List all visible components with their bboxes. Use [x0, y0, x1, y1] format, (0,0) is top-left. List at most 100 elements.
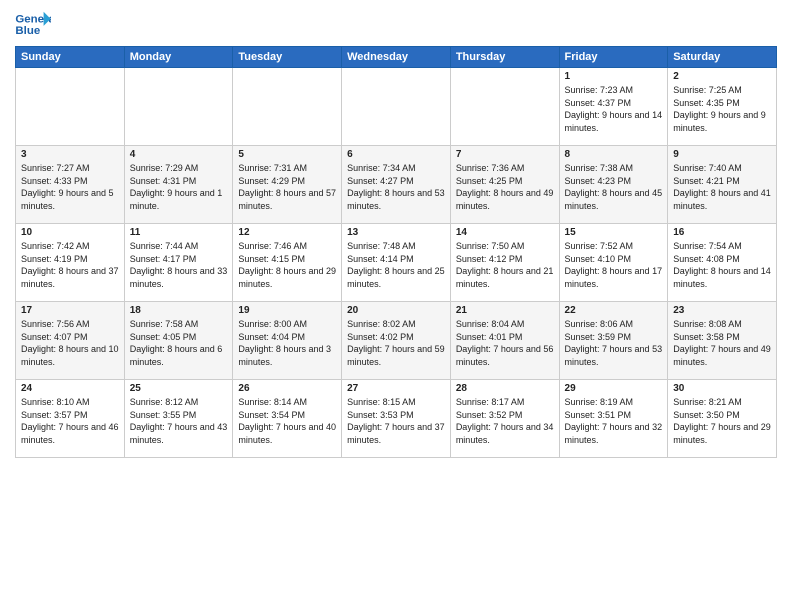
day-info: Sunrise: 7:58 AM Sunset: 4:05 PM Dayligh… [130, 319, 223, 367]
day-cell [342, 68, 451, 146]
header-row: SundayMondayTuesdayWednesdayThursdayFrid… [16, 47, 777, 68]
day-number: 23 [673, 305, 771, 316]
day-info: Sunrise: 7:44 AM Sunset: 4:17 PM Dayligh… [130, 241, 228, 289]
day-info: Sunrise: 8:02 AM Sunset: 4:02 PM Dayligh… [347, 319, 445, 367]
day-number: 28 [456, 383, 554, 394]
day-cell: 18 Sunrise: 7:58 AM Sunset: 4:05 PM Dayli… [124, 302, 233, 380]
day-cell: 3 Sunrise: 7:27 AM Sunset: 4:33 PM Daylig… [16, 146, 125, 224]
day-cell: 17 Sunrise: 7:56 AM Sunset: 4:07 PM Dayli… [16, 302, 125, 380]
day-cell: 4 Sunrise: 7:29 AM Sunset: 4:31 PM Daylig… [124, 146, 233, 224]
day-number: 11 [130, 227, 228, 238]
day-cell: 2Sunrise: 7:25 AM Sunset: 4:35 PM Daylig… [668, 68, 777, 146]
day-number: 25 [130, 383, 228, 394]
day-cell: 27 Sunrise: 8:15 AM Sunset: 3:53 PM Dayli… [342, 380, 451, 458]
day-number: 13 [347, 227, 445, 238]
day-cell: 25 Sunrise: 8:12 AM Sunset: 3:55 PM Dayli… [124, 380, 233, 458]
day-info: Sunrise: 7:40 AM Sunset: 4:21 PM Dayligh… [673, 163, 771, 211]
day-cell: 15Sunrise: 7:52 AM Sunset: 4:10 PM Dayli… [559, 224, 668, 302]
day-number: 19 [238, 305, 336, 316]
day-info: Sunrise: 7:42 AM Sunset: 4:19 PM Dayligh… [21, 241, 119, 289]
day-cell: 30 Sunrise: 8:21 AM Sunset: 3:50 PM Dayli… [668, 380, 777, 458]
day-cell: 8Sunrise: 7:38 AM Sunset: 4:23 PM Daylig… [559, 146, 668, 224]
day-info: Sunrise: 8:00 AM Sunset: 4:04 PM Dayligh… [238, 319, 331, 367]
day-number: 16 [673, 227, 771, 238]
header: General Blue [15, 10, 777, 40]
day-cell: 24 Sunrise: 8:10 AM Sunset: 3:57 PM Dayli… [16, 380, 125, 458]
day-cell: 13 Sunrise: 7:48 AM Sunset: 4:14 PM Dayli… [342, 224, 451, 302]
day-number: 4 [130, 149, 228, 160]
day-cell [124, 68, 233, 146]
page: General Blue SundayMondayTuesdayWednesda… [0, 0, 792, 612]
logo-icon: General Blue [15, 10, 51, 40]
day-info: Sunrise: 7:48 AM Sunset: 4:14 PM Dayligh… [347, 241, 445, 289]
day-number: 26 [238, 383, 336, 394]
day-cell [233, 68, 342, 146]
day-number: 17 [21, 305, 119, 316]
day-cell: 5Sunrise: 7:31 AM Sunset: 4:29 PM Daylig… [233, 146, 342, 224]
day-cell: 21 Sunrise: 8:04 AM Sunset: 4:01 PM Dayli… [450, 302, 559, 380]
day-info: Sunrise: 7:54 AM Sunset: 4:08 PM Dayligh… [673, 241, 771, 289]
day-cell: 16 Sunrise: 7:54 AM Sunset: 4:08 PM Dayli… [668, 224, 777, 302]
day-cell: 26 Sunrise: 8:14 AM Sunset: 3:54 PM Dayli… [233, 380, 342, 458]
day-cell: 11 Sunrise: 7:44 AM Sunset: 4:17 PM Dayli… [124, 224, 233, 302]
day-number: 30 [673, 383, 771, 394]
day-info: Sunrise: 7:27 AM Sunset: 4:33 PM Dayligh… [21, 163, 114, 211]
logo: General Blue [15, 10, 51, 40]
day-info: Sunrise: 8:04 AM Sunset: 4:01 PM Dayligh… [456, 319, 554, 367]
day-info: Sunrise: 7:23 AM Sunset: 4:37 PM Dayligh… [565, 85, 663, 133]
day-number: 1 [565, 71, 663, 82]
day-cell: 9 Sunrise: 7:40 AM Sunset: 4:21 PM Daylig… [668, 146, 777, 224]
day-info: Sunrise: 8:10 AM Sunset: 3:57 PM Dayligh… [21, 397, 119, 445]
day-number: 7 [456, 149, 554, 160]
header-cell-friday: Friday [559, 47, 668, 68]
day-number: 2 [673, 71, 771, 82]
day-cell: 14 Sunrise: 7:50 AM Sunset: 4:12 PM Dayli… [450, 224, 559, 302]
day-info: Sunrise: 7:50 AM Sunset: 4:12 PM Dayligh… [456, 241, 554, 289]
day-number: 21 [456, 305, 554, 316]
header-cell-monday: Monday [124, 47, 233, 68]
day-cell: 6Sunrise: 7:34 AM Sunset: 4:27 PM Daylig… [342, 146, 451, 224]
day-info: Sunrise: 8:15 AM Sunset: 3:53 PM Dayligh… [347, 397, 445, 445]
day-cell: 23Sunrise: 8:08 AM Sunset: 3:58 PM Dayli… [668, 302, 777, 380]
day-number: 27 [347, 383, 445, 394]
day-number: 24 [21, 383, 119, 394]
day-cell: 7 Sunrise: 7:36 AM Sunset: 4:25 PM Daylig… [450, 146, 559, 224]
day-number: 14 [456, 227, 554, 238]
header-cell-wednesday: Wednesday [342, 47, 451, 68]
header-cell-saturday: Saturday [668, 47, 777, 68]
day-info: Sunrise: 8:21 AM Sunset: 3:50 PM Dayligh… [673, 397, 771, 445]
day-info: Sunrise: 7:29 AM Sunset: 4:31 PM Dayligh… [130, 163, 223, 211]
day-info: Sunrise: 8:17 AM Sunset: 3:52 PM Dayligh… [456, 397, 554, 445]
day-number: 22 [565, 305, 663, 316]
day-cell: 12Sunrise: 7:46 AM Sunset: 4:15 PM Dayli… [233, 224, 342, 302]
svg-text:Blue: Blue [15, 25, 40, 37]
day-cell [16, 68, 125, 146]
day-number: 10 [21, 227, 119, 238]
day-info: Sunrise: 7:46 AM Sunset: 4:15 PM Dayligh… [238, 241, 336, 289]
day-cell: 29Sunrise: 8:19 AM Sunset: 3:51 PM Dayli… [559, 380, 668, 458]
day-info: Sunrise: 8:06 AM Sunset: 3:59 PM Dayligh… [565, 319, 663, 367]
header-cell-sunday: Sunday [16, 47, 125, 68]
header-cell-thursday: Thursday [450, 47, 559, 68]
day-number: 6 [347, 149, 445, 160]
day-info: Sunrise: 7:56 AM Sunset: 4:07 PM Dayligh… [21, 319, 119, 367]
day-number: 20 [347, 305, 445, 316]
week-row-2: 10 Sunrise: 7:42 AM Sunset: 4:19 PM Dayli… [16, 224, 777, 302]
day-info: Sunrise: 8:14 AM Sunset: 3:54 PM Dayligh… [238, 397, 336, 445]
day-info: Sunrise: 7:31 AM Sunset: 4:29 PM Dayligh… [238, 163, 336, 211]
day-info: Sunrise: 7:38 AM Sunset: 4:23 PM Dayligh… [565, 163, 663, 211]
day-number: 9 [673, 149, 771, 160]
day-cell: 1 Sunrise: 7:23 AM Sunset: 4:37 PM Daylig… [559, 68, 668, 146]
day-number: 29 [565, 383, 663, 394]
day-number: 3 [21, 149, 119, 160]
day-cell: 22 Sunrise: 8:06 AM Sunset: 3:59 PM Dayli… [559, 302, 668, 380]
week-row-0: 1 Sunrise: 7:23 AM Sunset: 4:37 PM Daylig… [16, 68, 777, 146]
calendar-table: SundayMondayTuesdayWednesdayThursdayFrid… [15, 46, 777, 458]
day-cell: 28 Sunrise: 8:17 AM Sunset: 3:52 PM Dayli… [450, 380, 559, 458]
day-info: Sunrise: 7:36 AM Sunset: 4:25 PM Dayligh… [456, 163, 554, 211]
day-number: 18 [130, 305, 228, 316]
day-info: Sunrise: 7:52 AM Sunset: 4:10 PM Dayligh… [565, 241, 663, 289]
day-info: Sunrise: 8:12 AM Sunset: 3:55 PM Dayligh… [130, 397, 228, 445]
week-row-1: 3 Sunrise: 7:27 AM Sunset: 4:33 PM Daylig… [16, 146, 777, 224]
week-row-3: 17 Sunrise: 7:56 AM Sunset: 4:07 PM Dayli… [16, 302, 777, 380]
